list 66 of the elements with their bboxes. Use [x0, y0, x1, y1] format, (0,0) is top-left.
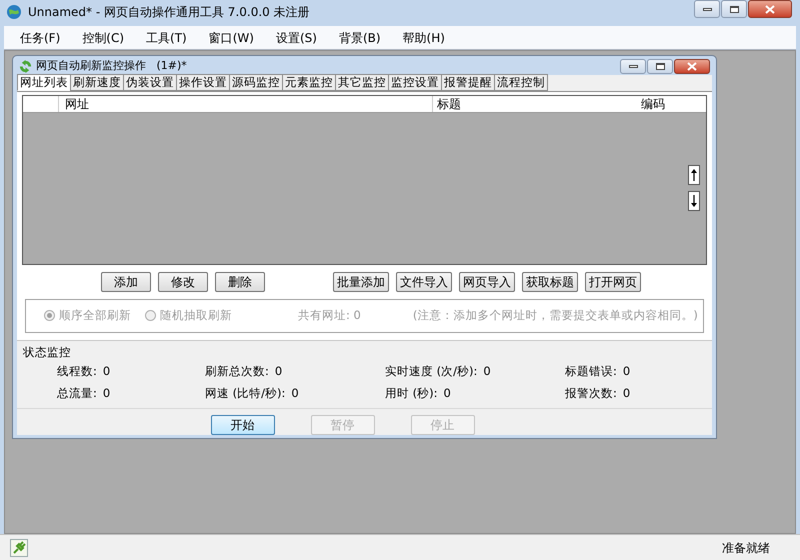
stat-value: 0: [274, 362, 282, 380]
menu-item[interactable]: 任务(F): [20, 28, 60, 46]
tab[interactable]: 其它监控: [335, 74, 389, 90]
stat-value: 0: [622, 385, 630, 402]
tab[interactable]: 操作设置: [176, 74, 230, 90]
stat-value: 0: [444, 385, 451, 402]
close-button[interactable]: [748, 0, 792, 18]
menu-item[interactable]: 控制(C): [82, 28, 124, 46]
stat-label: 网速 (比特/秒):: [205, 385, 286, 402]
stat-label: 报警次数:: [565, 385, 617, 402]
stat-label: 总流量:: [57, 385, 97, 402]
stat-label: 用时 (秒):: [385, 385, 438, 402]
tab[interactable]: 刷新速度: [70, 74, 124, 90]
stat-value: 0: [622, 362, 630, 380]
maximize-button[interactable]: [647, 58, 673, 74]
stat-label: 实时速度 (次/秒):: [385, 362, 478, 380]
arrow-up-icon: [691, 168, 697, 180]
status-text: 准备就绪: [722, 540, 770, 556]
action-button[interactable]: 添加: [101, 272, 151, 292]
column-header[interactable]: 网址: [59, 96, 433, 112]
action-button[interactable]: 文件导入: [396, 272, 452, 292]
move-up-button[interactable]: [688, 164, 700, 184]
tab[interactable]: 伪装设置: [123, 74, 177, 90]
action-button[interactable]: 打开网页: [585, 272, 641, 292]
menu-item[interactable]: 工具(T): [146, 28, 187, 46]
refresh-icon: [19, 60, 32, 73]
action-button[interactable]: 删除: [215, 272, 265, 292]
child-window-title: 网页自动刷新监控操作 (1#)*: [36, 58, 187, 74]
run-button[interactable]: 开始: [210, 415, 274, 436]
stat-value: 0: [483, 362, 491, 380]
maximize-button[interactable]: [721, 0, 747, 18]
menu-item[interactable]: 设置(S): [276, 28, 317, 46]
minimize-button[interactable]: [620, 58, 646, 74]
move-down-button[interactable]: [688, 190, 700, 210]
stat-value: 0: [102, 362, 110, 380]
action-button[interactable]: 批量添加: [333, 272, 389, 292]
globe-icon: [6, 4, 22, 20]
stat-label: 刷新总次数:: [205, 362, 269, 380]
section-title: 状态监控: [23, 344, 72, 360]
action-button[interactable]: 获取标题: [522, 272, 578, 292]
tab[interactable]: 网址列表: [17, 74, 71, 90]
close-icon: [687, 62, 697, 71]
url-count: 共有网址: 0: [298, 306, 361, 324]
stat-value: 0: [291, 385, 299, 402]
tab[interactable]: 监控设置: [388, 74, 442, 90]
tab[interactable]: 报警提醒: [441, 74, 495, 90]
column-header[interactable]: 标题: [433, 96, 623, 112]
stat-label: 标题错误:: [565, 362, 617, 380]
menu-item[interactable]: 帮助(H): [402, 28, 445, 46]
window-title: Unnamed* - 网页自动操作通用工具 7.0.0.0 未注册: [28, 4, 310, 21]
tab[interactable]: 源码监控: [229, 74, 283, 90]
stat-value: 0: [102, 385, 110, 402]
tab[interactable]: 流程控制: [494, 74, 548, 90]
action-button[interactable]: 网页导入: [459, 272, 515, 292]
close-icon: [765, 4, 775, 14]
plug-icon: [10, 538, 28, 556]
arrow-down-icon: [691, 194, 697, 206]
action-button[interactable]: 修改: [158, 272, 208, 292]
tab[interactable]: 元素监控: [282, 74, 336, 90]
note-text: (注意：添加多个网址时，需要提交表单或内容相同。): [412, 306, 698, 324]
column-header[interactable]: 编码: [623, 96, 706, 112]
stat-label: 线程数:: [57, 362, 97, 380]
menu-item[interactable]: 窗口(W): [208, 28, 254, 46]
close-button[interactable]: [674, 58, 710, 74]
minimize-button[interactable]: [694, 0, 720, 18]
menu-item[interactable]: 背景(B): [338, 28, 381, 46]
